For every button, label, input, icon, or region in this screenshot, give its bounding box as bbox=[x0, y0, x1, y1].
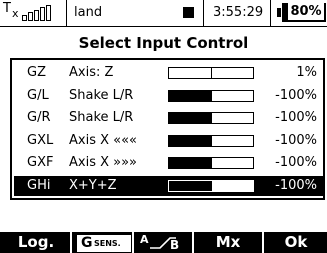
softkey-divider bbox=[70, 232, 72, 253]
gsens-sub-label: SENS. bbox=[94, 239, 121, 248]
gauge-center-tick bbox=[211, 135, 212, 146]
status-divider bbox=[0, 26, 327, 27]
input-name: X+Y+Z bbox=[69, 177, 117, 193]
gauge-center-tick bbox=[211, 68, 212, 78]
battery-tip bbox=[277, 8, 281, 17]
input-name: Axis: Z bbox=[69, 65, 114, 80]
gauge-fill bbox=[169, 158, 211, 168]
input-name: Shake L/R bbox=[69, 87, 134, 103]
position-gauge bbox=[168, 179, 254, 192]
position-gauge bbox=[168, 67, 254, 79]
page-title: Select Input Control bbox=[78, 34, 249, 52]
input-name: Axis X »»» bbox=[69, 155, 138, 170]
gauge-center-tick bbox=[211, 113, 212, 123]
input-name: Axis X ««« bbox=[69, 132, 138, 148]
softkey-bar: Log. G SENS. A B Mx Ok bbox=[0, 232, 327, 253]
position-gauge bbox=[168, 112, 254, 124]
softkey-divider bbox=[262, 232, 264, 253]
gauge-fill bbox=[169, 113, 211, 123]
gauge-center-tick bbox=[211, 180, 212, 191]
input-code: GZ bbox=[27, 65, 46, 80]
input-code: GXL bbox=[27, 132, 54, 148]
gsens-button[interactable]: G SENS. bbox=[76, 234, 132, 253]
list-item[interactable]: GHi X+Y+Z -100% bbox=[14, 175, 325, 196]
gauge-fill bbox=[169, 135, 211, 146]
ok-button[interactable]: Ok bbox=[266, 232, 326, 253]
battery-label: 80% bbox=[288, 3, 324, 20]
separator bbox=[66, 0, 67, 26]
list-item[interactable]: G/R Shake L/R -100% bbox=[14, 108, 325, 128]
log-button[interactable]: Log. bbox=[4, 232, 68, 253]
gauge-fill bbox=[169, 90, 211, 101]
input-value: -100% bbox=[275, 132, 317, 148]
signal-bar bbox=[46, 5, 51, 21]
input-control-list: GZ Axis: Z 1% G/L Shake L/R -100% G/R Shake L/R… bbox=[10, 58, 325, 200]
mx-button[interactable]: Mx bbox=[196, 232, 260, 253]
status-bar: T x land 3:55:29 80% bbox=[0, 0, 327, 27]
tx-label: T bbox=[3, 1, 11, 16]
gauge-fill bbox=[169, 180, 211, 191]
input-value: -100% bbox=[275, 87, 317, 103]
softkey-divider bbox=[132, 232, 134, 253]
input-value: -100% bbox=[275, 110, 317, 125]
gauge-center-tick bbox=[211, 158, 212, 168]
switch-assign-button[interactable]: A B bbox=[136, 234, 186, 252]
signal-bar bbox=[28, 12, 33, 21]
input-code: G/L bbox=[27, 87, 49, 103]
input-value: -100% bbox=[275, 177, 317, 193]
list-item[interactable]: GXF Axis X »»» -100% bbox=[14, 153, 325, 173]
battery-icon: 80% bbox=[276, 3, 326, 22]
signal-indicator: T x bbox=[3, 0, 63, 26]
gauge-center-tick bbox=[211, 90, 212, 101]
input-name: Shake L/R bbox=[69, 110, 134, 125]
switch-b-label: B bbox=[170, 238, 180, 252]
input-code: G/R bbox=[27, 110, 51, 125]
signal-bar bbox=[34, 10, 39, 21]
screen: T x land 3:55:29 80% Select Input Contro… bbox=[0, 0, 327, 232]
clock: 3:55:29 bbox=[213, 5, 264, 20]
input-value: -100% bbox=[275, 155, 317, 170]
separator bbox=[203, 0, 204, 26]
softkey-divider bbox=[192, 232, 194, 253]
position-gauge bbox=[168, 157, 254, 169]
input-code: GXF bbox=[27, 155, 54, 170]
separator bbox=[270, 0, 271, 26]
input-code: GHi bbox=[27, 177, 51, 193]
position-gauge bbox=[168, 89, 254, 102]
list-item[interactable]: GXL Axis X ««« -100% bbox=[14, 131, 325, 151]
input-value: 1% bbox=[296, 65, 317, 80]
scrollbar[interactable] bbox=[323, 58, 325, 200]
list-item[interactable]: G/L Shake L/R -100% bbox=[14, 86, 325, 106]
signal-bar bbox=[40, 7, 45, 21]
square-icon bbox=[183, 7, 194, 18]
list-item[interactable]: GZ Axis: Z 1% bbox=[14, 63, 325, 83]
model-name: land bbox=[74, 5, 103, 20]
signal-bar bbox=[22, 15, 27, 21]
tx-sub-label: x bbox=[12, 7, 19, 20]
gsens-main-label: G bbox=[81, 235, 93, 251]
position-gauge bbox=[168, 134, 254, 147]
